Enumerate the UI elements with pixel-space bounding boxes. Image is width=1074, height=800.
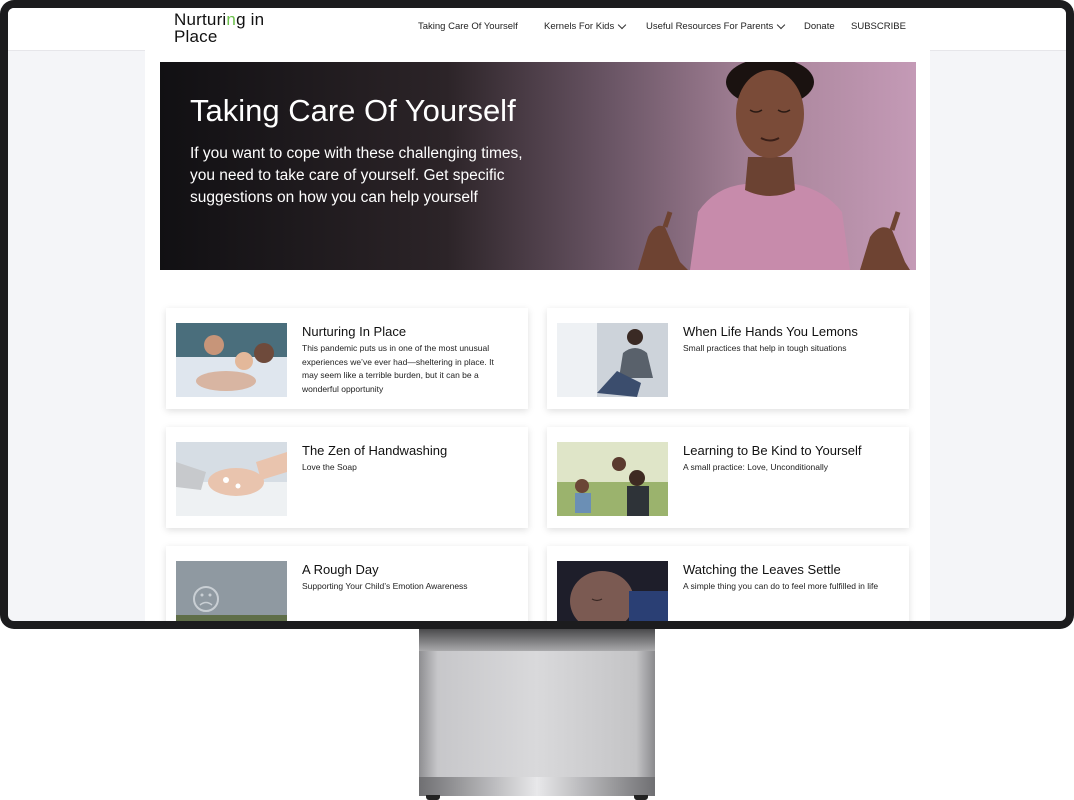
logo-text-part: g in: [236, 10, 265, 29]
meditating-woman-image: [638, 62, 910, 270]
nav-item-useful-resources[interactable]: Useful Resources For Parents: [646, 20, 786, 32]
article-card-leaves-settle[interactable]: Watching the Leaves Settle A simple thin…: [547, 546, 909, 621]
article-card-life-hands-lemons[interactable]: When Life Hands You Lemons Small practic…: [547, 308, 909, 409]
chevron-down-icon: [617, 20, 627, 30]
site-header: Nurturing in Place Taking Care Of Yourse…: [8, 8, 1066, 51]
browser-viewport: Nurturing in Place Taking Care Of Yourse…: [8, 8, 1066, 621]
nav-label: Kernels For Kids: [544, 21, 615, 32]
card-description: Small practices that help in tough situa…: [683, 343, 847, 353]
card-description: This pandemic puts us in one of the most…: [302, 343, 494, 394]
stand-foot: [634, 795, 648, 800]
article-card-zen-handwashing[interactable]: The Zen of Handwashing Love the Soap: [166, 427, 528, 528]
logo-text-line2: Place: [174, 27, 218, 46]
card-description: A small practice: Love, Unconditionally: [683, 462, 829, 472]
logo-accent-letter: n: [226, 10, 237, 29]
nav-item-subscribe[interactable]: SUBSCRIBE: [851, 21, 906, 32]
card-title: When Life Hands You Lemons: [683, 324, 858, 339]
handwashing-image: [176, 442, 287, 516]
card-title: Watching the Leaves Settle: [683, 562, 841, 577]
woman-by-window-image: [557, 323, 668, 397]
nav-label: Taking Care Of Yourself: [418, 21, 518, 32]
card-description: Supporting Your Child’s Emotion Awarenes…: [302, 581, 468, 591]
sad-face-window-image: [176, 561, 287, 621]
family-bed-image: [176, 323, 287, 397]
site-logo[interactable]: Nurturing in Place: [174, 11, 284, 45]
card-title: A Rough Day: [302, 562, 379, 577]
hero-banner: Taking Care Of Yourself If you want to c…: [160, 62, 916, 270]
card-title: Learning to Be Kind to Yourself: [683, 443, 862, 458]
card-title: Nurturing In Place: [302, 324, 407, 339]
hero-subtitle: If you want to cope with these challengi…: [190, 145, 523, 206]
nav-item-donate[interactable]: Donate: [804, 21, 835, 32]
hero-title: Taking Care Of Yourself: [190, 93, 516, 128]
chevron-down-icon: [777, 20, 786, 30]
article-card-nurturing-in-place[interactable]: Nurturing In Place This pandemic puts us…: [166, 308, 528, 409]
content-column: Taking Care Of Yourself If you want to c…: [145, 50, 930, 621]
article-card-rough-day[interactable]: A Rough Day Supporting Your Child’s Emot…: [166, 546, 528, 621]
monitor-stand: [419, 629, 655, 777]
card-title: The Zen of Handwashing: [302, 443, 448, 458]
nav-item-kernels-for-kids[interactable]: Kernels For Kids: [544, 20, 627, 32]
family-outdoors-image: [557, 442, 668, 516]
card-description: A simple thing you can do to feel more f…: [683, 581, 879, 591]
stand-foot: [426, 795, 440, 800]
article-card-kind-to-yourself[interactable]: Learning to Be Kind to Yourself A small …: [547, 427, 909, 528]
nav-item-taking-care[interactable]: Taking Care Of Yourself: [418, 21, 518, 32]
nav-label: Donate: [804, 21, 835, 32]
nav-label: SUBSCRIBE: [851, 21, 906, 32]
monitor-stand-base: [419, 777, 655, 796]
nav-label: Useful Resources For Parents: [646, 21, 774, 32]
sleeping-baby-image: [557, 561, 668, 621]
card-description: Love the Soap: [302, 462, 357, 472]
monitor-frame: Nurturing in Place Taking Care Of Yourse…: [0, 0, 1074, 629]
